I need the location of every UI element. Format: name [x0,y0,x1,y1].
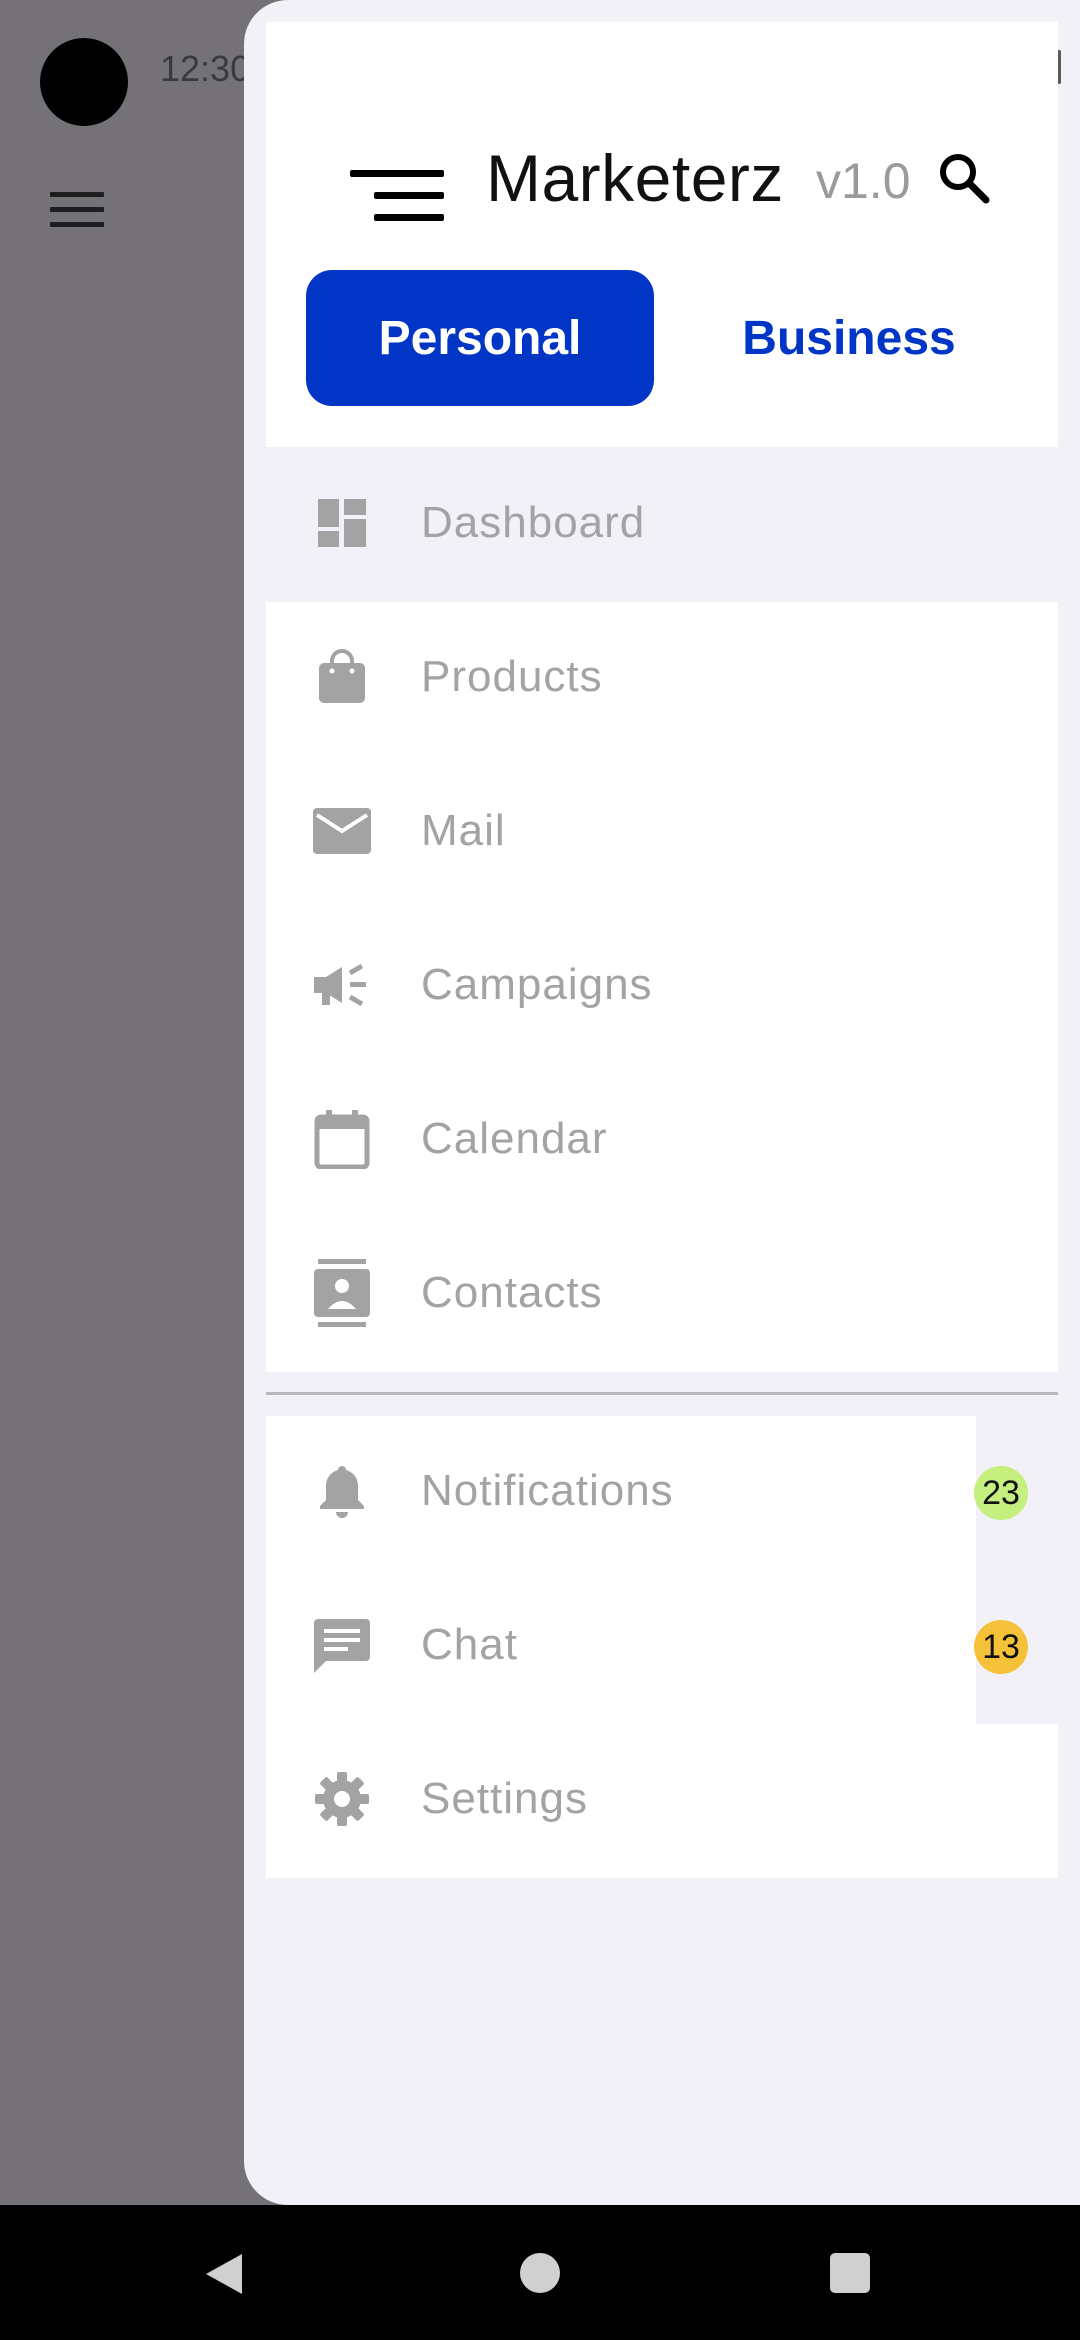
tab-business[interactable]: Business [684,270,1014,406]
nav-item-label: Settings [421,1774,588,1823]
drawer-header: Marketerz v1.0 Personal Business [266,22,1058,447]
mail-icon [312,801,372,861]
notifications-badge: 23 [974,1466,1028,1520]
nav-item-label: Dashboard [421,498,646,547]
chat-badge: 13 [974,1620,1028,1674]
bell-icon [312,1461,372,1521]
background-menu-icon[interactable] [50,192,104,232]
home-icon[interactable] [520,2253,560,2293]
nav-item-label: Notifications [421,1466,674,1515]
chat-icon [312,1615,372,1675]
search-icon[interactable] [934,148,994,208]
menu-icon[interactable] [348,148,444,234]
dashboard-icon [312,493,372,553]
nav-item-campaigns[interactable]: Campaigns [266,908,1058,1062]
nav-item-label: Mail [421,806,506,855]
navigation-drawer: Marketerz v1.0 Personal Business Dashboa… [244,0,1080,2205]
divider [266,1392,1058,1395]
nav-item-calendar[interactable]: Calendar [266,1062,1058,1216]
calendar-icon [312,1109,372,1169]
status-time: 12:30 [160,48,251,89]
gear-icon [312,1769,372,1829]
nav-item-label: Products [421,652,603,701]
nav-item-mail[interactable]: Mail [266,754,1058,908]
nav-item-products[interactable]: Products [266,600,1058,754]
nav-item-label: Campaigns [421,960,653,1009]
recents-icon[interactable] [830,2253,870,2293]
nav-item-chat[interactable]: Chat [266,1568,1058,1722]
campaign-icon [312,955,372,1015]
nav-item-label: Calendar [421,1114,608,1163]
system-nav-bar [0,2205,1080,2340]
nav-item-dashboard[interactable]: Dashboard [266,446,1058,600]
shopping-bag-icon [312,647,372,707]
app-title: Marketerz [486,141,784,215]
nav-item-settings[interactable]: Settings [266,1722,1058,1876]
nav-item-notifications[interactable]: Notifications [266,1414,1058,1568]
app-version: v1.0 [816,153,911,209]
nav-item-label: Contacts [421,1268,603,1317]
contacts-icon [312,1259,372,1327]
camera-cutout [40,38,128,126]
back-icon[interactable] [202,2252,246,2296]
tab-personal[interactable]: Personal [306,270,654,406]
nav-item-label: Chat [421,1620,518,1669]
nav-item-contacts[interactable]: Contacts [266,1216,1058,1370]
